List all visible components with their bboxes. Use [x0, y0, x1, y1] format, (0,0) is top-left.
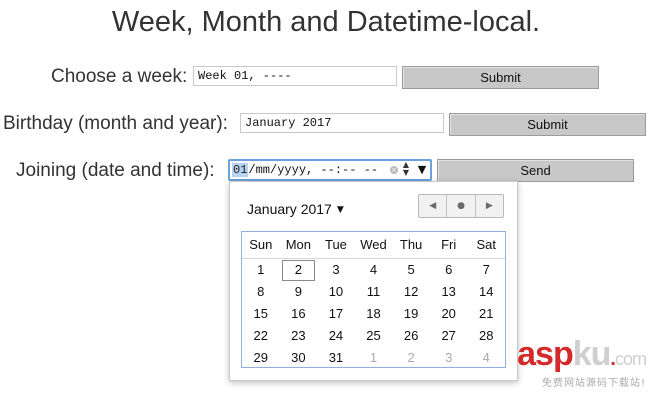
weekday-mon: Mon	[285, 237, 312, 252]
watermark-logo: aspku.com	[517, 335, 647, 373]
today-button[interactable]: ●	[446, 195, 474, 217]
weekday-header: Sun Mon Tue Wed Thu Fri Sat	[242, 232, 505, 259]
calendar-week: 8 9 10 11 12 13 14	[242, 281, 505, 303]
weekday-sat: Sat	[476, 237, 497, 252]
weekday-thu: Thu	[399, 237, 423, 252]
month-nav-group: ◀ ● ▶	[418, 194, 504, 218]
page-title: Week, Month and Datetime-local.	[111, 6, 541, 38]
calendar-day[interactable]: 25	[355, 325, 393, 347]
calendar-day[interactable]: 12	[392, 281, 430, 303]
joining-send-button[interactable]: Send	[437, 159, 634, 182]
calendar-day[interactable]: 16	[280, 303, 318, 325]
calendar-day[interactable]: 21	[467, 303, 505, 325]
calendar-day[interactable]: 29	[242, 347, 280, 369]
next-month-button[interactable]: ▶	[474, 195, 503, 217]
month-year-selector[interactable]: January 2017 ▼	[247, 201, 344, 217]
date-picker-popup: January 2017 ▼ ◀ ● ▶ Sun Mon Tue Wed Thu …	[229, 181, 518, 381]
calendar-day[interactable]: 1	[242, 259, 280, 281]
calendar-day[interactable]: 22	[242, 325, 280, 347]
birthday-label: Birthday (month and year):	[3, 113, 228, 134]
joining-datetime-input[interactable]: 01/mm/yyyy, --:-- -- × ▲ ▼ ▼	[228, 159, 432, 181]
calendar-day[interactable]: 27	[430, 325, 468, 347]
week-submit-button[interactable]: Submit	[402, 66, 599, 89]
dropdown-arrow-icon[interactable]: ▼	[416, 162, 428, 178]
calendar-grid: Sun Mon Tue Wed Thu Fri Sat 1 2 3 4 5 6 …	[241, 231, 506, 368]
spinner-icon[interactable]: ▲ ▼	[401, 161, 411, 179]
week-input[interactable]: Week 01, ----	[193, 66, 397, 86]
calendar-day[interactable]: 11	[355, 281, 393, 303]
clear-icon[interactable]: ×	[390, 166, 398, 174]
calendar-day-next-month[interactable]: 2	[392, 347, 430, 369]
weekday-tue: Tue	[324, 237, 347, 252]
site-watermark: aspku.com 免费网站源码下载站!	[517, 335, 647, 389]
calendar-day[interactable]: 9	[280, 281, 318, 303]
calendar-week: 22 23 24 25 26 27 28	[242, 325, 505, 347]
calendar-day[interactable]: 6	[430, 259, 468, 281]
calendar-day[interactable]: 14	[467, 281, 505, 303]
calendar-day[interactable]: 10	[317, 281, 355, 303]
weekday-sun: Sun	[249, 237, 273, 252]
calendar-day[interactable]: 19	[392, 303, 430, 325]
month-year-label: January 2017	[247, 201, 332, 217]
calendar-day[interactable]: 17	[317, 303, 355, 325]
calendar-day[interactable]: 31	[317, 347, 355, 369]
calendar-day[interactable]: 4	[355, 259, 393, 281]
prev-month-button[interactable]: ◀	[419, 195, 446, 217]
calendar-day[interactable]: 20	[430, 303, 468, 325]
calendar-day[interactable]: 8	[242, 281, 280, 303]
datetime-day-segment[interactable]: 01	[232, 163, 249, 177]
calendar-day-next-month[interactable]: 4	[467, 347, 505, 369]
week-label: Choose a week:	[51, 66, 188, 87]
calendar-day[interactable]: 23	[280, 325, 318, 347]
birthday-month-input[interactable]: January 2017	[240, 113, 444, 133]
watermark-subtitle: 免费网站源码下载站!	[541, 378, 646, 389]
calendar-day-next-month[interactable]: 3	[430, 347, 468, 369]
calendar-week: 1 2 3 4 5 6 7	[242, 259, 505, 281]
joining-label: Joining (date and time):	[16, 160, 215, 181]
calendar-day[interactable]: 28	[467, 325, 505, 347]
weekday-wed: Wed	[360, 237, 387, 252]
calendar-day[interactable]: 13	[430, 281, 468, 303]
calendar-day[interactable]: 7	[467, 259, 505, 281]
calendar-week: 29 30 31 1 2 3 4	[242, 347, 505, 369]
caret-down-icon: ▼	[336, 205, 344, 215]
calendar-day-selected[interactable]: 2	[280, 259, 318, 281]
weekday-fri: Fri	[441, 237, 457, 252]
calendar-day[interactable]: 5	[392, 259, 430, 281]
calendar-day[interactable]: 3	[317, 259, 355, 281]
calendar-day[interactable]: 18	[355, 303, 393, 325]
calendar-week: 15 16 17 18 19 20 21	[242, 303, 505, 325]
calendar-day[interactable]: 26	[392, 325, 430, 347]
datetime-remaining-segments[interactable]: /mm/yyyy, --:-- --	[248, 163, 378, 177]
birthday-submit-button[interactable]: Submit	[449, 113, 646, 136]
calendar-day[interactable]: 30	[280, 347, 318, 369]
calendar-day[interactable]: 24	[317, 325, 355, 347]
calendar-day[interactable]: 15	[242, 303, 280, 325]
calendar-day-next-month[interactable]: 1	[355, 347, 393, 369]
